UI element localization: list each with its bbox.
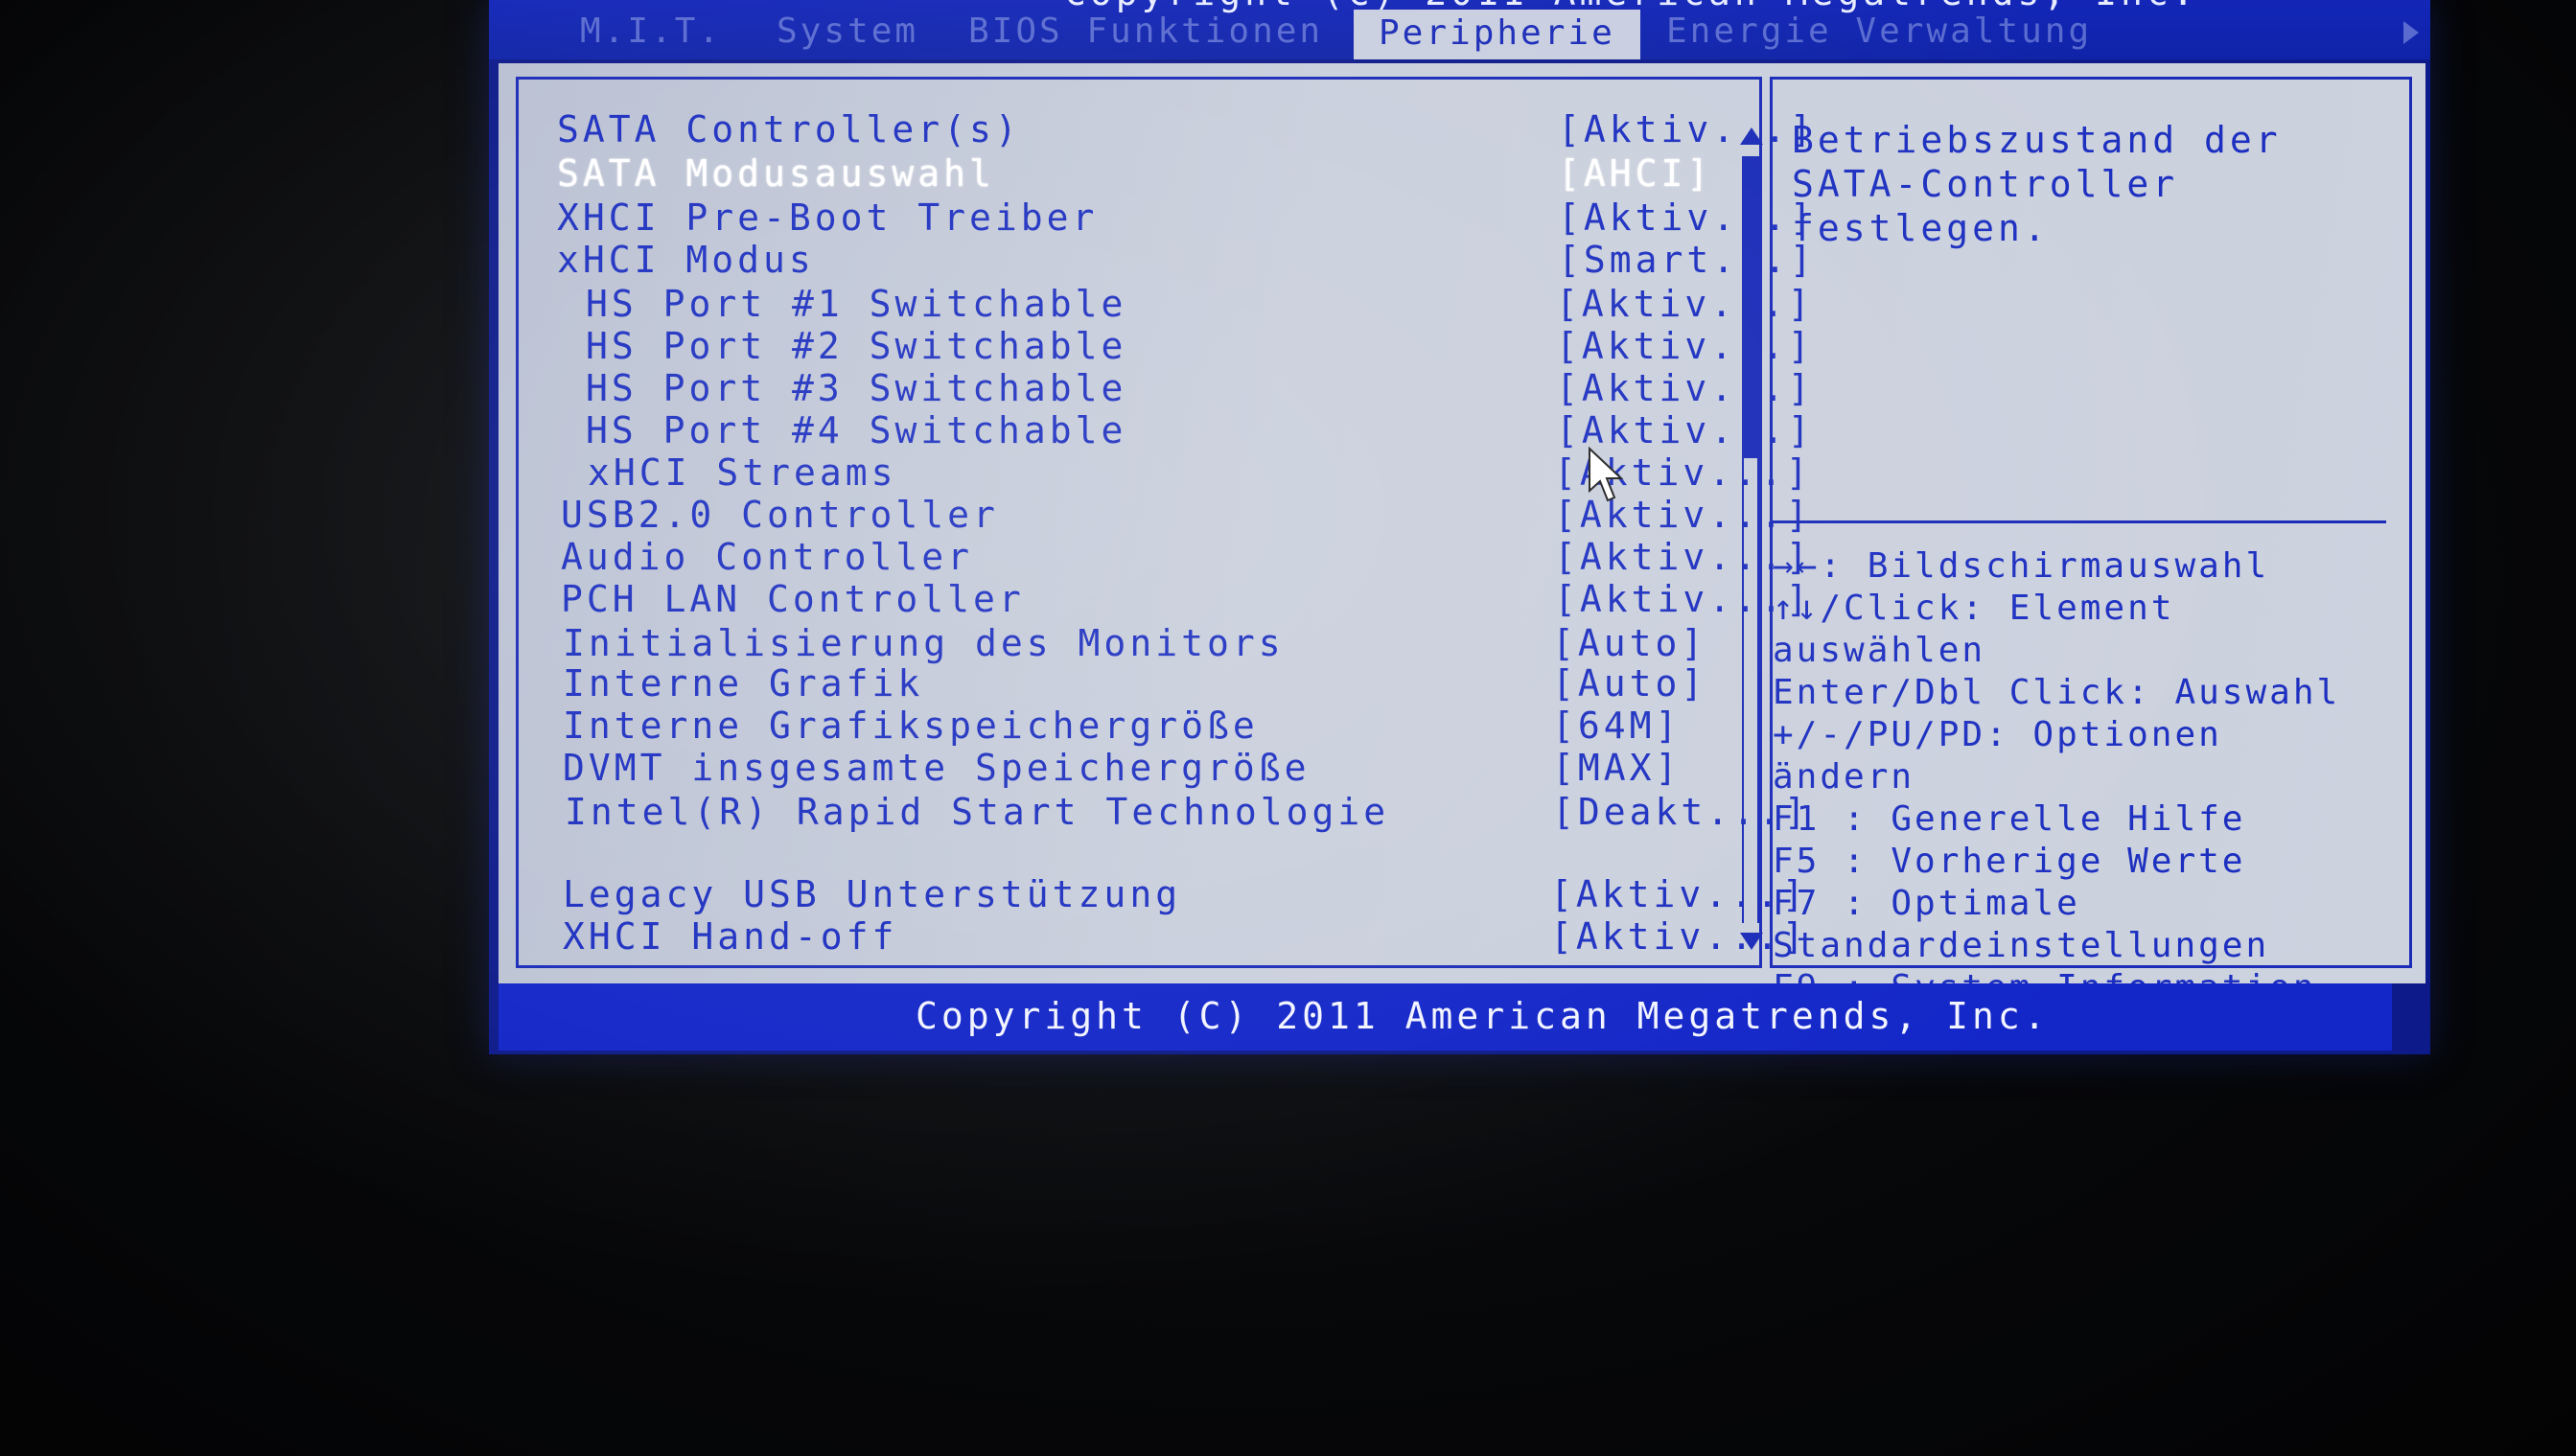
tab-bar: M.I.T. System BIOS Funktionen Peripherie… xyxy=(489,0,2430,59)
setting-label: HS Port #3 Switchable xyxy=(586,367,1127,409)
key-help-line: Standardeinstellungen xyxy=(1773,926,2270,965)
setting-value[interactable]: [Auto] xyxy=(1552,622,1706,664)
scroll-track[interactable] xyxy=(1742,156,1759,923)
tab-mit[interactable]: M.I.T. xyxy=(580,12,722,51)
help-frame: Betriebszustand der SATA-Controller fest… xyxy=(1770,77,2412,1007)
key-help-line: ändern xyxy=(1773,757,1915,797)
setting-label: HS Port #4 Switchable xyxy=(586,409,1127,451)
setting-row[interactable]: SATA Modusauswahl [AHCI] xyxy=(557,152,1708,195)
help-divider xyxy=(1773,520,2386,523)
setting-label: DVMT insgesamte Speichergröße xyxy=(563,747,1311,789)
setting-row[interactable]: XHCI Pre-Boot Treiber [Aktiv...] xyxy=(557,196,1812,239)
scroll-up-icon[interactable] xyxy=(1740,127,1763,145)
key-help-line: F5 : Vorherige Werte xyxy=(1773,842,2246,881)
top-bar: Copyright (C) 2011 American Megatrends, … xyxy=(489,0,2430,59)
tab-bios-funktionen[interactable]: BIOS Funktionen xyxy=(968,12,1323,51)
setting-label: Interne Grafik xyxy=(563,662,924,705)
setting-value[interactable]: [MAX] xyxy=(1552,747,1681,789)
setting-row[interactable]: HS Port #2 Switchable [Aktiv...] xyxy=(586,325,1810,367)
tab-peripherie[interactable]: Peripherie xyxy=(1354,10,1640,59)
setting-label: Legacy USB Unterstützung xyxy=(563,873,1182,915)
key-help-line: auswählen xyxy=(1773,631,1986,670)
setting-value[interactable]: [64M] xyxy=(1552,705,1681,747)
setting-label: XHCI Pre-Boot Treiber xyxy=(557,196,1099,239)
setting-row[interactable]: xHCI Streams [Aktiv...] xyxy=(588,451,1808,494)
key-help-line: ↑↓/Click: Element xyxy=(1773,589,2175,628)
setting-row[interactable]: DVMT insgesamte Speichergröße [MAX] xyxy=(563,747,1713,789)
setting-row[interactable]: PCH LAN Controller [Aktiv...] xyxy=(561,578,1808,620)
setting-value[interactable]: [Auto] xyxy=(1552,662,1706,705)
setting-label: PCH LAN Controller xyxy=(561,578,1025,620)
setting-label: xHCI Streams xyxy=(588,451,897,494)
help-description: Betriebszustand der SATA-Controller fest… xyxy=(1792,119,2282,249)
key-help-line: →←: Bildschirmauswahl xyxy=(1773,546,2270,586)
setting-label: SATA Modusauswahl xyxy=(557,152,995,195)
setting-row[interactable]: XHCI Hand-off [Aktiv...] xyxy=(563,915,1804,958)
setting-label: xHCI Modus xyxy=(557,239,815,281)
main-panel: SATA Controller(s) [Aktiv...] SATA Modusau… xyxy=(499,63,2425,1007)
settings-frame: SATA Controller(s) [Aktiv...] SATA Modusau… xyxy=(516,77,1812,968)
tab-scroll-right-icon[interactable] xyxy=(2403,21,2419,44)
tab-system[interactable]: System xyxy=(777,12,918,51)
setting-label: Audio Controller xyxy=(561,536,974,578)
setting-label: Intel(R) Rapid Start Technologie xyxy=(565,791,1390,833)
bios-screen: Copyright (C) 2011 American Megatrends, … xyxy=(489,0,2430,1054)
setting-row[interactable]: xHCI Modus [Smart...] xyxy=(557,239,1812,281)
scroll-thumb[interactable] xyxy=(1744,156,1757,458)
bottom-copyright: Copyright (C) 2011 American Megatrends, … xyxy=(916,995,2050,1037)
setting-row[interactable]: Intel(R) Rapid Start Technologie [Deakt..… xyxy=(565,791,1806,833)
setting-row[interactable]: USB2.0 Controller [Aktiv...] xyxy=(561,494,1808,536)
setting-label: HS Port #2 Switchable xyxy=(586,325,1127,367)
setting-label: Initialisierung des Monitors xyxy=(563,622,1285,664)
setting-row[interactable]: HS Port #4 Switchable [Aktiv...] xyxy=(586,409,1810,451)
setting-row[interactable]: HS Port #3 Switchable [Aktiv...] xyxy=(586,367,1810,409)
key-help-line: F1 : Generelle Hilfe xyxy=(1773,799,2246,839)
key-help-line: Enter/Dbl Click: Auswahl xyxy=(1773,673,2341,712)
setting-label: SATA Controller(s) xyxy=(557,108,1021,150)
setting-value[interactable]: [AHCI] xyxy=(1558,152,1712,195)
mouse-pointer-icon xyxy=(1589,447,1624,502)
setting-row[interactable]: Interne Grafikspeichergröße [64M] xyxy=(563,705,1713,747)
setting-row[interactable]: Interne Grafik [Auto] xyxy=(563,662,1713,705)
settings-list: SATA Controller(s) [Aktiv...] SATA Modusau… xyxy=(519,80,1812,965)
setting-row[interactable]: HS Port #1 Switchable [Aktiv...] xyxy=(586,283,1810,325)
key-help-line: +/-/PU/PD: Optionen xyxy=(1773,715,2222,754)
key-help-list: →←: Bildschirmauswahl ↑↓/Click: Element au… xyxy=(1773,545,2396,1009)
settings-scrollbar[interactable] xyxy=(1736,118,1765,961)
setting-label: USB2.0 Controller xyxy=(561,494,999,536)
key-help-line: F7 : Optimale xyxy=(1773,884,2080,923)
setting-label: HS Port #1 Switchable xyxy=(586,283,1127,325)
setting-row[interactable]: Initialisierung des Monitors [Auto] xyxy=(563,622,1713,664)
setting-row[interactable]: Legacy USB Unterstützung [Aktiv...] xyxy=(563,873,1804,915)
setting-label: Interne Grafikspeichergröße xyxy=(563,705,1259,747)
setting-row[interactable]: Audio Controller [Aktiv...] xyxy=(561,536,1808,578)
tab-energie-verwaltung[interactable]: Energie Verwaltung xyxy=(1666,12,2092,51)
bottom-bar: Copyright (C) 2011 American Megatrends, … xyxy=(499,983,2392,1051)
scroll-down-icon[interactable] xyxy=(1740,933,1763,950)
setting-label: XHCI Hand-off xyxy=(563,915,898,958)
setting-row[interactable]: SATA Controller(s) [Aktiv...] xyxy=(557,108,1812,150)
